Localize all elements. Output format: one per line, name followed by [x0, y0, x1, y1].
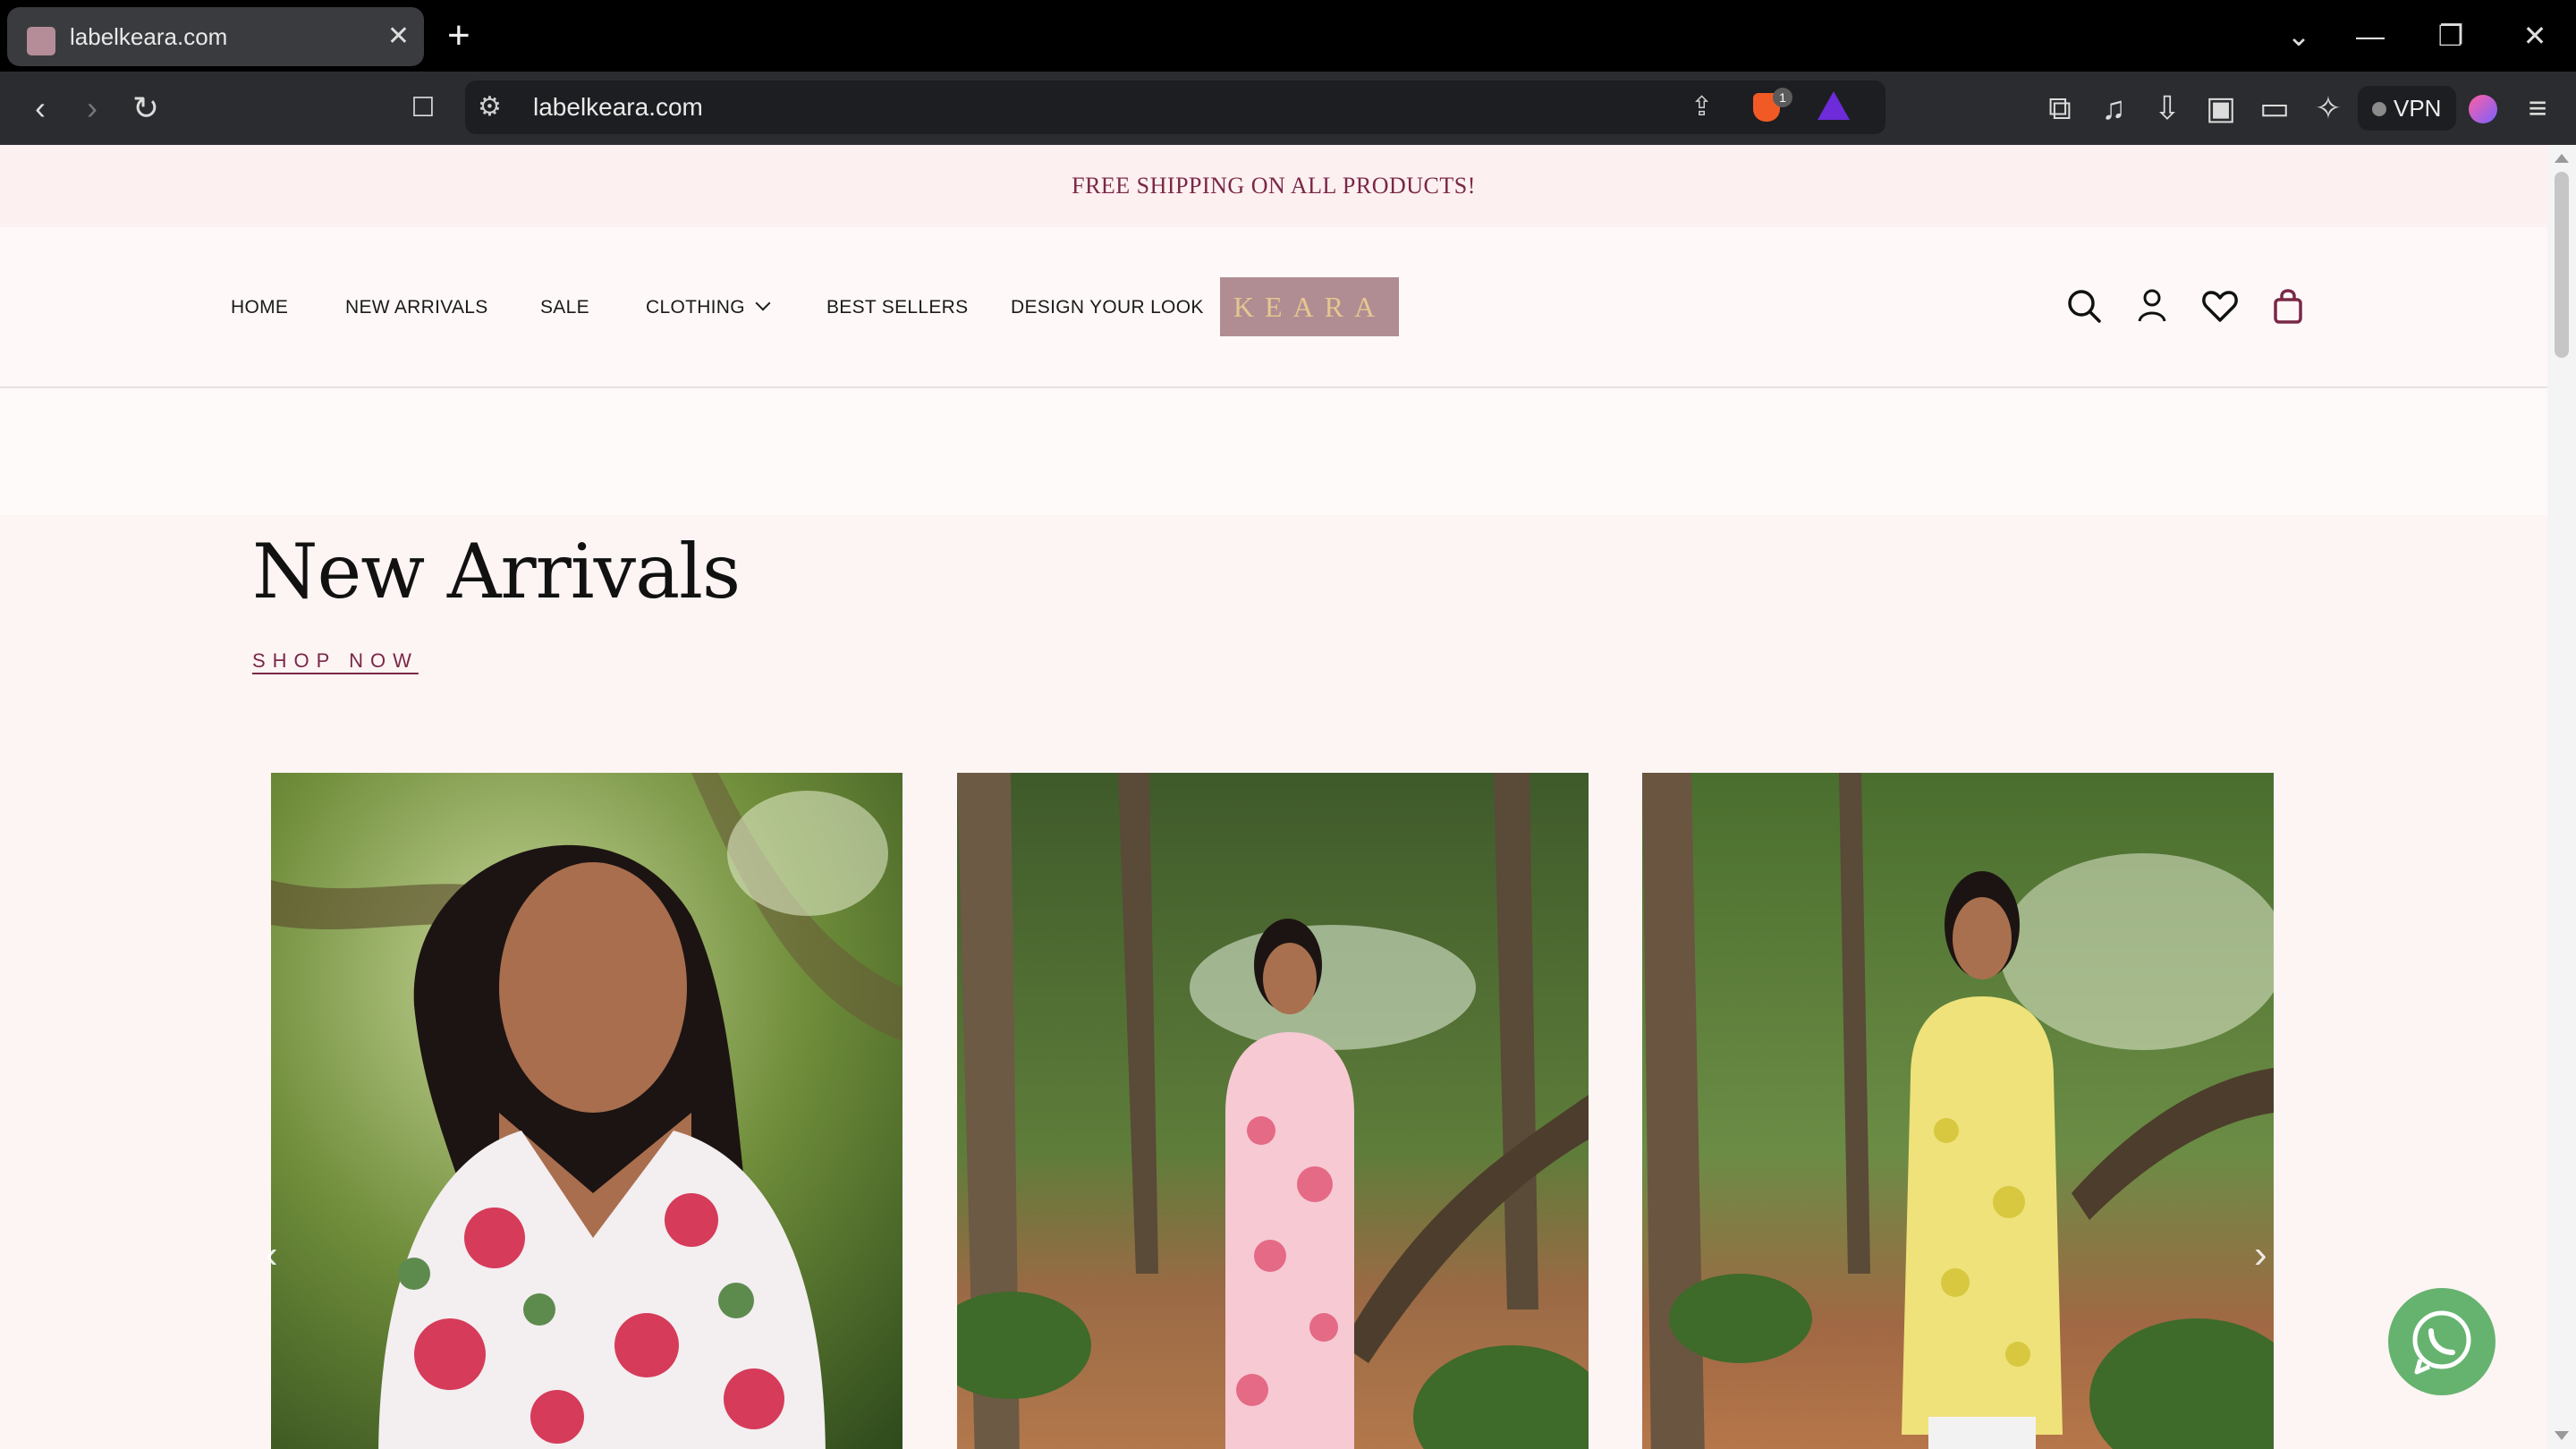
scrollbar-thumb[interactable] [2555, 172, 2569, 358]
close-tab-icon[interactable]: ✕ [387, 7, 410, 66]
carousel-prev-icon[interactable]: ‹ [265, 1233, 278, 1277]
address-bar[interactable]: ⚙ labelkeara.com ⇪ 1 [465, 80, 1885, 134]
spacer-band [0, 390, 2547, 515]
menu-icon[interactable]: ≡ [2515, 72, 2560, 145]
restore-window-icon[interactable]: ❐ [2424, 0, 2478, 72]
scroll-down-arrow-icon[interactable] [2555, 1431, 2569, 1440]
site-favicon-icon [27, 27, 55, 55]
back-arrow-icon[interactable]: ‹ [18, 72, 63, 145]
leo-ai-icon[interactable]: ✧ [2306, 72, 2351, 145]
nav-clothing[interactable]: CLOTHING [646, 227, 771, 388]
nav-clothing-label: CLOTHING [646, 297, 745, 318]
bookmark-icon[interactable]: ☐ [401, 72, 445, 145]
profile-avatar[interactable] [2469, 95, 2497, 123]
search-icon[interactable] [2063, 284, 2106, 327]
browser-toolbar: ‹ › ↻ ☐ ⚙ labelkeara.com ⇪ 1 ⧉ ♫ ⇩ ▣ ▭ ✧… [0, 72, 2576, 145]
whatsapp-chat-button[interactable] [2388, 1288, 2496, 1395]
new-arrivals-section: New Arrivals SHOP NOW [0, 515, 2547, 1449]
keara-logo[interactable]: KEARA [1220, 277, 1399, 336]
dress-shape [1902, 996, 2063, 1435]
tab-title: labelkeara.com [70, 23, 228, 50]
nav-best-sellers[interactable]: BEST SELLERS [826, 227, 968, 388]
chevron-down-icon [755, 295, 771, 311]
vpn-label: VPN [2394, 95, 2442, 122]
announcement-bar: FREE SHIPPING ON ALL PRODUCTS! [0, 145, 2547, 227]
nav-new-arrivals[interactable]: NEW ARRIVALS [345, 227, 488, 388]
share-icon[interactable]: ⇪ [1690, 80, 1713, 134]
reload-icon[interactable]: ↻ [123, 72, 168, 145]
shop-now-link[interactable]: SHOP NOW [252, 649, 419, 673]
shield-count-badge: 1 [1773, 88, 1792, 107]
nav-home[interactable]: HOME [231, 227, 288, 388]
nav-sale[interactable]: SALE [540, 227, 589, 388]
vpn-button[interactable]: VPN [2358, 86, 2456, 131]
url-text[interactable]: labelkeara.com [533, 80, 703, 134]
site-settings-icon[interactable]: ⚙ [478, 80, 502, 134]
product-card[interactable] [271, 773, 902, 1449]
new-tab-button[interactable]: + [447, 13, 470, 59]
forward-arrow-icon[interactable]: › [70, 72, 114, 145]
whatsapp-icon [2412, 1310, 2471, 1375]
wishlist-heart-icon[interactable] [2199, 284, 2241, 327]
section-title: New Arrivals [252, 528, 741, 615]
site-header: HOME NEW ARRIVALS SALE CLOTHING BEST SEL… [0, 227, 2547, 388]
close-window-icon[interactable]: ✕ [2508, 0, 2562, 72]
product-card[interactable] [1642, 773, 2274, 1449]
page-scrollbar[interactable] [2547, 145, 2576, 1449]
shopping-bag-icon[interactable] [2267, 284, 2309, 327]
nav-design-your-look[interactable]: DESIGN YOUR LOOK [1011, 227, 1204, 388]
carousel-next-icon[interactable]: › [2254, 1233, 2267, 1277]
browser-tab-strip: labelkeara.com ✕ + ⌄ — ❐ ✕ [0, 0, 2576, 72]
scroll-up-arrow-icon[interactable] [2555, 154, 2569, 163]
vpn-status-icon [2372, 102, 2386, 116]
account-icon[interactable] [2131, 284, 2174, 327]
extensions-icon[interactable]: ⧉ [2038, 72, 2082, 145]
product-image [957, 773, 1589, 1449]
web-page: FREE SHIPPING ON ALL PRODUCTS! HOME NEW … [0, 145, 2547, 1449]
brave-rewards-icon[interactable] [1818, 91, 1850, 120]
product-image [1642, 773, 2274, 1449]
wallet-icon[interactable]: ▭ [2252, 72, 2297, 145]
minimize-window-icon[interactable]: — [2343, 0, 2397, 72]
browser-tab[interactable]: labelkeara.com ✕ [7, 7, 424, 66]
product-image [271, 773, 902, 1449]
media-icon[interactable]: ♫ [2091, 72, 2136, 145]
sidebar-icon[interactable]: ▣ [2199, 72, 2243, 145]
product-card[interactable] [957, 773, 1589, 1449]
tab-search-chevron-icon[interactable]: ⌄ [2272, 0, 2326, 72]
download-icon[interactable]: ⇩ [2145, 72, 2190, 145]
